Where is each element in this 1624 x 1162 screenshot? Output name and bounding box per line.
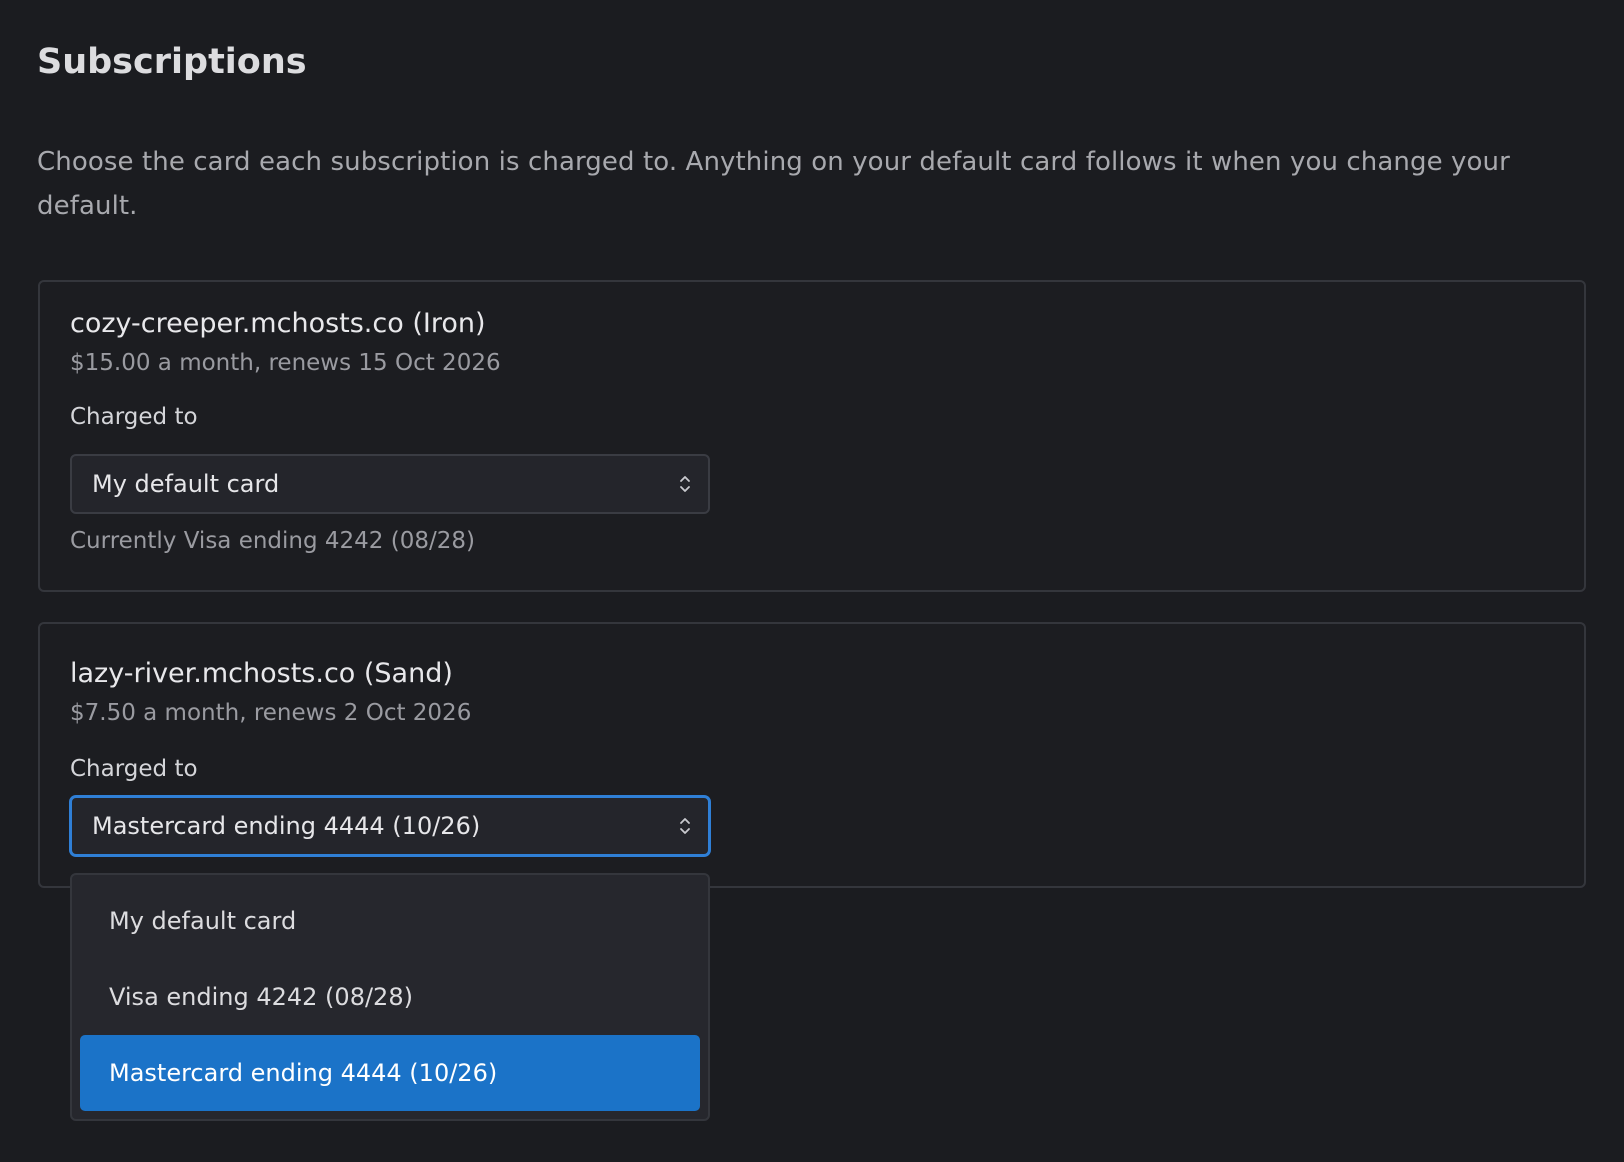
subscription-name: lazy-river.mchosts.co (Sand) [70, 658, 453, 689]
subscription-price-renewal: $15.00 a month, renews 15 Oct 2026 [70, 350, 501, 376]
subscription-card-cozy-creeper: cozy-creeper.mchosts.co (Iron) $15.00 a … [38, 280, 1586, 592]
select-value: Mastercard ending 4444 (10/26) [92, 812, 481, 840]
page-title: Subscriptions [37, 42, 307, 82]
subscription-price-renewal: $7.50 a month, renews 2 Oct 2026 [70, 700, 472, 726]
chevron-up-down-icon [680, 476, 690, 492]
dropdown-option-default-card[interactable]: My default card [80, 883, 700, 959]
chevron-up-down-icon [680, 818, 690, 834]
page-intro: Choose the card each subscription is cha… [37, 147, 1510, 221]
subscription-card-lazy-river: lazy-river.mchosts.co (Sand) $7.50 a mon… [38, 622, 1586, 888]
dropdown-option-visa-4242[interactable]: Visa ending 4242 (08/28) [80, 959, 700, 1035]
dropdown-option-mastercard-4444[interactable]: Mastercard ending 4444 (10/26) [80, 1035, 700, 1111]
select-value: My default card [92, 470, 280, 498]
charged-to-dropdown-menu: My default card Visa ending 4242 (08/28)… [70, 873, 710, 1121]
subscription-name: cozy-creeper.mchosts.co (Iron) [70, 308, 486, 339]
charged-to-select[interactable]: Mastercard ending 4444 (10/26) [70, 796, 710, 856]
charged-to-label: Charged to [70, 404, 198, 430]
subscriptions-page: Subscriptions Choose the card each subsc… [0, 0, 1624, 1162]
current-card-hint: Currently Visa ending 4242 (08/28) [70, 528, 475, 554]
charged-to-select[interactable]: My default card [70, 454, 710, 514]
charged-to-label: Charged to [70, 756, 198, 782]
